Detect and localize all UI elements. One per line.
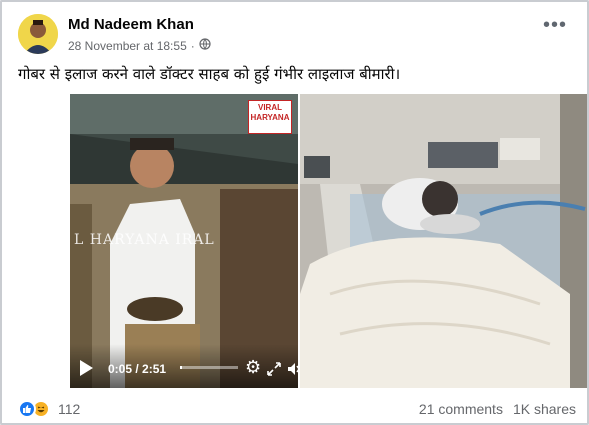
badge-line2: HARYANA bbox=[250, 113, 290, 122]
shares-link[interactable]: 1K shares bbox=[513, 401, 576, 417]
channel-badge: VIRAL HARYANA bbox=[248, 100, 292, 134]
meta-separator: · bbox=[190, 38, 195, 53]
comments-link[interactable]: 21 comments bbox=[419, 401, 503, 417]
reaction-count: 112 bbox=[58, 401, 81, 417]
timestamp[interactable]: 28 November at 18:55 bbox=[68, 39, 187, 53]
hospital-photo-image bbox=[300, 94, 587, 388]
play-icon[interactable] bbox=[80, 360, 93, 376]
video-progress-fill bbox=[180, 366, 182, 369]
like-icon bbox=[18, 400, 36, 418]
settings-gear-icon[interactable]: ⚙ bbox=[245, 357, 261, 378]
video-watermark: L HARYANA IRAL bbox=[74, 232, 215, 248]
avatar[interactable] bbox=[18, 14, 58, 54]
video-progress-bar[interactable] bbox=[180, 366, 238, 369]
hospital-photo[interactable] bbox=[300, 94, 587, 388]
video-time: 0:05 / 2:51 bbox=[108, 362, 167, 376]
globe-icon bbox=[199, 38, 211, 53]
mute-icon[interactable] bbox=[286, 361, 298, 377]
video-player[interactable]: VIRAL HARYANA L HARYANA IRAL 0:05 / 2:51… bbox=[70, 94, 298, 388]
badge-line1: VIRAL bbox=[258, 103, 282, 112]
post-card: Md Nadeem Khan 28 November at 18:55 · ••… bbox=[0, 0, 589, 425]
post-meta: 28 November at 18:55 · bbox=[68, 38, 211, 53]
post-footer: 112 21 comments 1K shares bbox=[18, 400, 576, 420]
author-name[interactable]: Md Nadeem Khan bbox=[68, 16, 194, 33]
engagement-stats: 21 comments 1K shares bbox=[419, 401, 576, 417]
post-caption: गोबर से इलाज करने वाले डॉक्टर साहब को हु… bbox=[18, 65, 401, 83]
fullscreen-icon[interactable] bbox=[266, 361, 282, 377]
reactions-summary[interactable]: 112 bbox=[18, 400, 80, 418]
more-options-icon[interactable]: ••• bbox=[543, 15, 567, 35]
video-controls: 0:05 / 2:51 ⚙ bbox=[70, 344, 298, 388]
